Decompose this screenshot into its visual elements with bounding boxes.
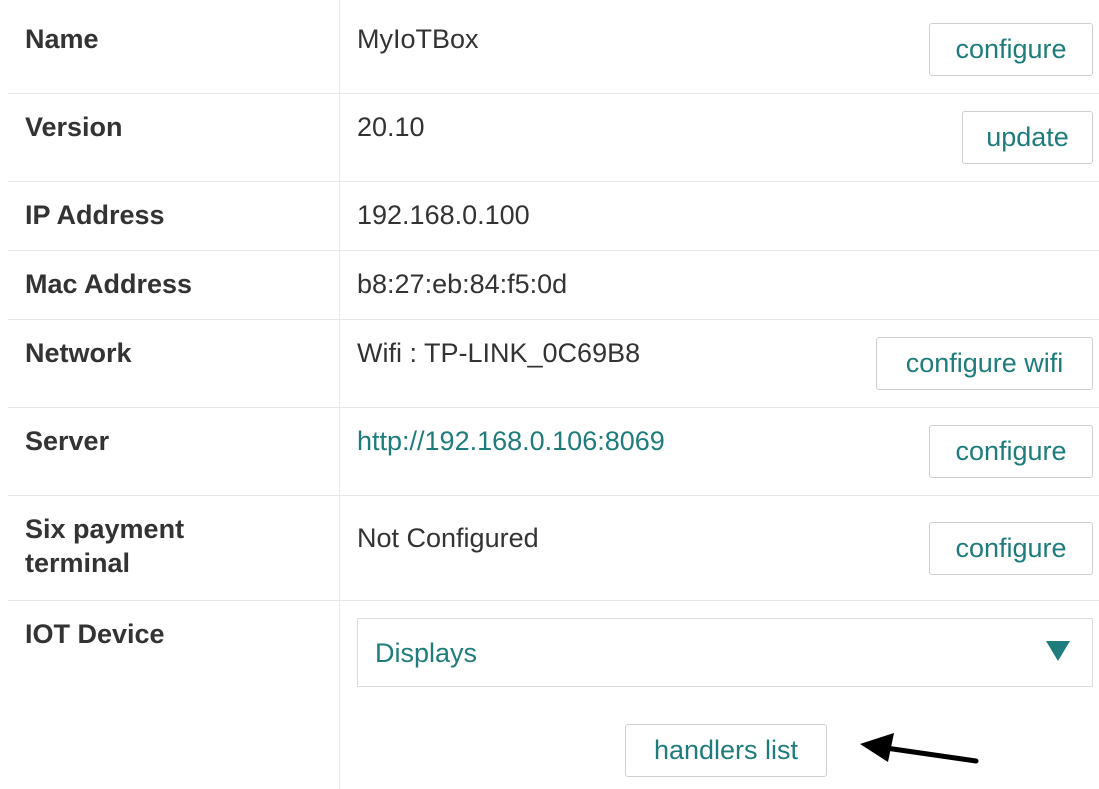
row-divider (8, 319, 1099, 320)
six-payment-terminal-value: Not Configured (357, 523, 539, 553)
iot-device-select-value: Displays (375, 638, 478, 668)
row-divider (8, 407, 1099, 408)
version-value: 20.10 (357, 112, 425, 142)
row-divider (8, 495, 1099, 496)
iot-device-select[interactable]: Displays (357, 618, 1093, 687)
network-label: Network (25, 338, 132, 368)
mac-address-label: Mac Address (25, 269, 193, 299)
update-button[interactable]: update (962, 111, 1093, 164)
configure-name-button[interactable]: configure (929, 23, 1093, 76)
server-label: Server (25, 426, 110, 456)
arrow-left-icon (860, 733, 979, 764)
configure-six-terminal-button[interactable]: configure (929, 522, 1093, 575)
handlers-list-button[interactable]: handlers list (625, 724, 827, 777)
triangle-down-icon (1046, 641, 1070, 661)
mac-address-value: b8:27:eb:84:f5:0d (357, 269, 568, 299)
name-label: Name (25, 24, 99, 54)
six-payment-terminal-label: Six payment terminal (25, 512, 184, 580)
six-payment-label-line1: Six payment (25, 514, 185, 544)
ip-address-label: IP Address (25, 200, 165, 230)
row-divider (8, 93, 1099, 94)
row-divider (8, 250, 1099, 251)
column-divider (339, 0, 340, 789)
configure-server-button[interactable]: configure (929, 425, 1093, 478)
row-divider (8, 600, 1099, 601)
ip-address-value: 192.168.0.100 (357, 200, 530, 230)
server-url-link[interactable]: http://192.168.0.106:8069 (357, 424, 665, 458)
six-payment-label-line2: terminal (25, 548, 131, 578)
name-value: MyIoTBox (357, 24, 479, 54)
row-divider (8, 181, 1099, 182)
network-value: Wifi : TP-LINK_0C69B8 (357, 338, 641, 368)
configure-wifi-button[interactable]: configure wifi (876, 337, 1093, 390)
iot-device-label: IOT Device (25, 619, 165, 649)
version-label: Version (25, 112, 123, 142)
